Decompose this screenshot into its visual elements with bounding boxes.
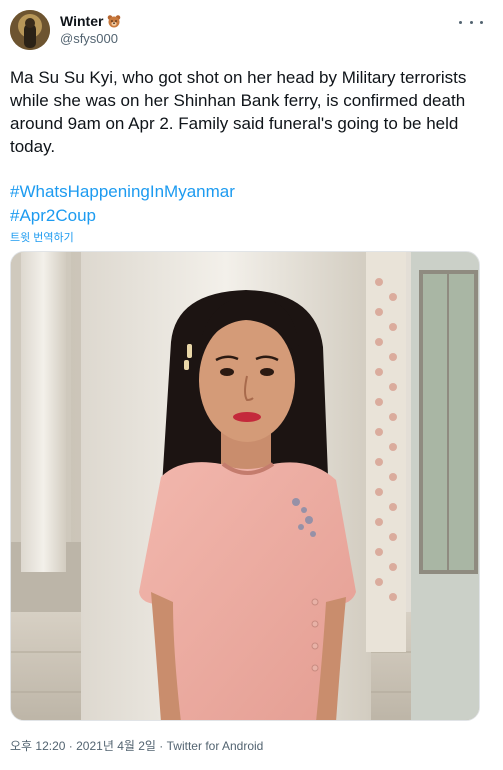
hashtag-list: #WhatsHappeningInMyanmar #Apr2Coup bbox=[10, 180, 490, 228]
bear-face-icon bbox=[108, 15, 121, 28]
display-name[interactable]: Winter bbox=[60, 13, 103, 29]
hashtag-link[interactable]: #WhatsHappeningInMyanmar bbox=[10, 180, 490, 204]
more-horizontal-icon bbox=[469, 20, 473, 24]
hashtag-link[interactable]: #Apr2Coup bbox=[10, 204, 490, 228]
tweet-text: Ma Su Su Kyi, who got shot on her head b… bbox=[10, 68, 467, 156]
meta-separator: · bbox=[155, 739, 167, 753]
author-handle[interactable]: @sfys000 bbox=[60, 31, 118, 46]
tweet-source[interactable]: Twitter for Android bbox=[167, 739, 264, 753]
photo-woman-pink-top bbox=[11, 252, 479, 720]
translate-tweet-link[interactable]: 트윗 번역하기 bbox=[10, 229, 74, 245]
avatar[interactable] bbox=[10, 10, 50, 50]
tweet-meta: 오후 12:20 · 2021년 4월 2일 · Twitter for And… bbox=[10, 737, 263, 754]
more-horizontal-icon bbox=[480, 20, 483, 24]
author-name-row[interactable]: Winter bbox=[60, 13, 121, 29]
tweet-time[interactable]: 오후 12:20 bbox=[10, 739, 65, 753]
tweet-date[interactable]: 2021년 4월 2일 bbox=[76, 739, 156, 753]
avatar-photo-icon bbox=[10, 10, 50, 50]
meta-separator: · bbox=[65, 739, 77, 753]
tweet-photo[interactable] bbox=[10, 251, 480, 721]
more-options-button[interactable] bbox=[459, 14, 483, 30]
more-horizontal-icon bbox=[459, 20, 462, 24]
tweet-card: Winter @sfys000 Ma Su Su Kyi, who got sh… bbox=[0, 0, 503, 770]
